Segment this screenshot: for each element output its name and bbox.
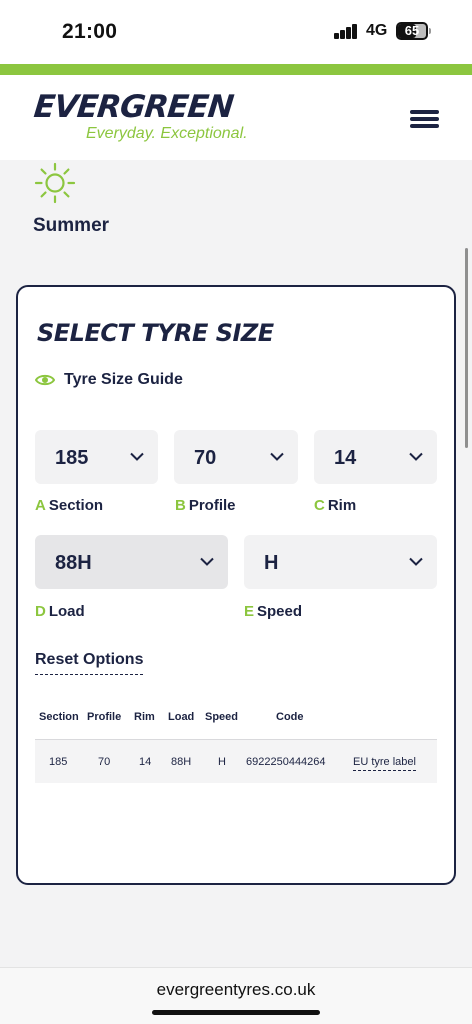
- battery-icon: 65: [396, 22, 428, 40]
- rim-value: 14: [334, 447, 357, 469]
- tyre-size-card: SELECT TYRE SIZE Tyre Size Guide 185 A Se…: [16, 285, 456, 885]
- battery-level: 65: [404, 23, 420, 38]
- site-header: EVERGREEN Everyday. Exceptional.: [0, 75, 472, 160]
- battery-tip: [429, 28, 431, 34]
- profile-letter: B: [175, 497, 186, 514]
- profile-label-text: Profile: [188, 497, 236, 514]
- cell-speed: H: [218, 756, 226, 768]
- chevron-down-icon: [200, 557, 214, 566]
- col-header-load: Load: [168, 711, 195, 723]
- load-select[interactable]: 88H: [35, 535, 228, 589]
- chevron-down-icon: [409, 452, 423, 461]
- profile-label: B Profile: [175, 497, 236, 514]
- browser-url-bar[interactable]: evergreentyres.co.uk: [0, 967, 472, 1024]
- speed-value: H: [264, 552, 279, 574]
- load-label: D Load: [35, 603, 85, 620]
- rim-label-text: Rim: [327, 497, 357, 514]
- evergreen-logo[interactable]: EVERGREEN Everyday. Exceptional.: [32, 89, 248, 143]
- speed-letter: E: [244, 603, 255, 620]
- rim-select[interactable]: 14: [314, 430, 437, 484]
- load-value: 88H: [55, 552, 92, 574]
- profile-value: 70: [194, 447, 217, 469]
- section-value: 185: [55, 447, 89, 469]
- section-select[interactable]: 185: [35, 430, 158, 484]
- tyre-size-guide-link[interactable]: Tyre Size Guide: [35, 371, 183, 389]
- brand-accent-bar: [0, 64, 472, 75]
- cell-profile: 70: [98, 756, 111, 768]
- load-label-text: Load: [48, 603, 85, 620]
- col-header-rim: Rim: [134, 711, 155, 723]
- rim-label: C Rim: [314, 497, 356, 514]
- col-header-code: Code: [276, 711, 304, 723]
- speed-select[interactable]: H: [244, 535, 437, 589]
- section-label-text: Section: [48, 497, 104, 514]
- sun-icon: [34, 162, 76, 204]
- logo-tagline: Everyday. Exceptional.: [86, 125, 248, 142]
- load-letter: D: [35, 603, 46, 620]
- section-label: A Section: [35, 497, 103, 514]
- speed-label-text: Speed: [257, 603, 303, 620]
- chevron-down-icon: [130, 452, 144, 461]
- chevron-down-icon: [409, 557, 423, 566]
- col-header-section: Section: [39, 711, 79, 723]
- col-header-speed: Speed: [205, 711, 239, 723]
- cell-section: 185: [49, 756, 68, 768]
- results-table-header: Section Profile Rim Load Speed Code: [35, 707, 437, 731]
- page-scrollbar[interactable]: [465, 248, 468, 448]
- status-time: 21:00: [62, 20, 118, 43]
- eye-icon: [35, 374, 55, 386]
- profile-select[interactable]: 70: [174, 430, 298, 484]
- url-text: evergreentyres.co.uk: [156, 980, 316, 999]
- rim-letter: C: [314, 497, 325, 514]
- card-title: SELECT TYRE SIZE: [37, 319, 274, 347]
- season-label: Summer: [33, 215, 110, 236]
- col-header-profile: Profile: [87, 711, 122, 723]
- hamburger-menu-icon[interactable]: [410, 108, 440, 130]
- cell-code: 6922250444264: [246, 756, 326, 768]
- chevron-down-icon: [270, 452, 284, 461]
- cell-load: 88H: [171, 756, 192, 768]
- speed-label: E Speed: [244, 603, 302, 620]
- table-row: 185 70 14 88H H 6922250444264 EU tyre la…: [35, 739, 437, 783]
- logo-wordmark: EVERGREEN: [32, 89, 235, 125]
- eu-tyre-label-link[interactable]: EU tyre label: [353, 756, 416, 771]
- reset-options-button[interactable]: Reset Options: [35, 651, 144, 675]
- section-letter: A: [35, 497, 46, 514]
- signal-icon: [334, 24, 360, 39]
- home-indicator[interactable]: [152, 1010, 320, 1015]
- cell-rim: 14: [139, 756, 152, 768]
- tyre-size-guide-label: Tyre Size Guide: [64, 371, 183, 388]
- network-type: 4G: [366, 22, 388, 39]
- status-bar: 21:00 4G 65: [0, 0, 472, 64]
